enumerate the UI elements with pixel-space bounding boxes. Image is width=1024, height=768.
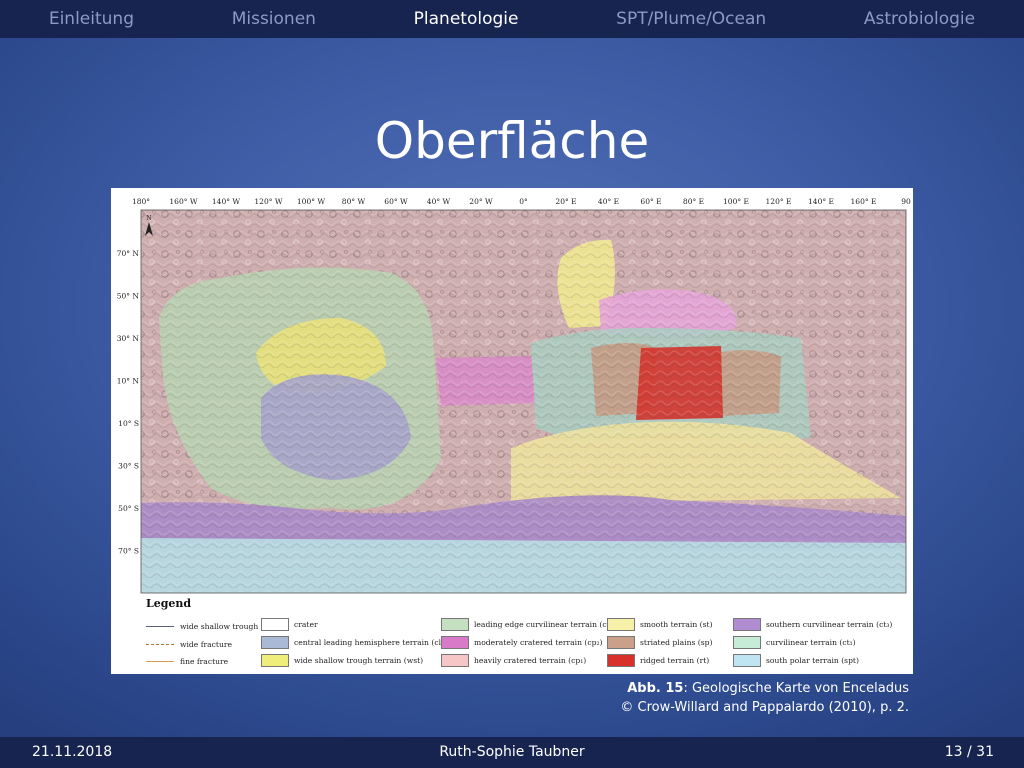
legend-item: curvilinear terrain (ct₁) xyxy=(733,636,856,649)
caption-label: Abb. 15 xyxy=(627,681,684,696)
legend-item: wide shallow trough xyxy=(146,622,258,631)
legend-item: smooth terrain (st) xyxy=(607,618,713,631)
legend-item: ridged terrain (rt) xyxy=(607,654,709,667)
latitude-label: 10° S xyxy=(118,419,139,428)
enceladus-geologic-map: N 180° 160° W 140° W 120° W 100° W 80° W 60° W… xyxy=(111,188,913,594)
longitude-label: 100° E xyxy=(723,197,749,206)
legend-item: fine fracture xyxy=(146,657,228,666)
longitude-label: 100° W xyxy=(297,197,325,206)
slide-title: Oberfläche xyxy=(374,112,650,170)
longitude-label: 160° E xyxy=(851,197,877,206)
footer-page-number: 13 / 31 xyxy=(944,744,994,760)
legend-swatch xyxy=(733,654,761,667)
map-legend: wide shallow trough wide fracture fine f… xyxy=(111,608,913,674)
legend-line xyxy=(146,661,174,662)
legend-item: heavily cratered terrain (cp₁) xyxy=(441,654,586,667)
legend-item: crater xyxy=(261,618,318,631)
legend-swatch xyxy=(441,636,469,649)
legend-swatch xyxy=(607,618,635,631)
geologic-map-figure: N 180° 160° W 140° W 120° W 100° W 80° W 60° W… xyxy=(111,188,913,674)
legend-swatch xyxy=(441,654,469,667)
longitude-label: 40° E xyxy=(598,197,619,206)
longitude-label: 40° W xyxy=(427,197,451,206)
legend-swatch xyxy=(261,618,289,631)
caption-credit: © Crow-Willard and Pappalardo (2010), p.… xyxy=(620,700,909,715)
longitude-label: 80° W xyxy=(342,197,366,206)
legend-swatch xyxy=(733,618,761,631)
top-navigation: Einleitung Missionen Planetologie SPT/Pl… xyxy=(0,0,1024,38)
legend-swatch xyxy=(733,636,761,649)
longitude-label: 90 xyxy=(901,197,911,206)
latitude-label: 10° N xyxy=(117,377,140,386)
svg-text:N: N xyxy=(146,215,151,222)
longitude-label: 140° E xyxy=(808,197,834,206)
latitude-label: 30° N xyxy=(117,334,140,343)
longitude-label: 80° E xyxy=(683,197,704,206)
legend-swatch xyxy=(607,654,635,667)
longitude-label: 180° xyxy=(132,197,150,206)
legend-line xyxy=(146,644,174,645)
latitude-label: 50° S xyxy=(118,504,139,513)
legend-item: central leading hemisphere terrain (clh) xyxy=(261,636,449,649)
figure-caption: Abb. 15: Geologische Karte von Enceladus… xyxy=(620,679,909,717)
latitude-label: 70° S xyxy=(118,547,139,556)
legend-swatch xyxy=(607,636,635,649)
longitude-label: 20° E xyxy=(555,197,576,206)
legend-line xyxy=(146,626,174,627)
legend-item: southern curvilinear terrain (ct₃) xyxy=(733,618,892,631)
nav-item-missionen[interactable]: Missionen xyxy=(232,9,316,29)
nav-item-spt-plume-ocean[interactable]: SPT/Plume/Ocean xyxy=(616,9,766,29)
legend-item: south polar terrain (spt) xyxy=(733,654,859,667)
legend-item: wide shallow trough terrain (wst) xyxy=(261,654,423,667)
nav-item-planetologie[interactable]: Planetologie xyxy=(414,9,519,29)
legend-item: wide fracture xyxy=(146,640,232,649)
legend-swatch xyxy=(261,636,289,649)
nav-item-einleitung[interactable]: Einleitung xyxy=(49,9,134,29)
legend-item: moderately cratered terrain (cp₂) xyxy=(441,636,602,649)
legend-item: striated plains (sp) xyxy=(607,636,713,649)
longitude-label: 60° W xyxy=(384,197,408,206)
longitude-label: 120° E xyxy=(766,197,792,206)
legend-item: leading edge curvilinear terrain (ct₂) xyxy=(441,618,616,631)
longitude-label: 0° xyxy=(519,197,528,206)
caption-text: : Geologische Karte von Enceladus xyxy=(683,681,909,696)
latitude-label: 50° N xyxy=(117,292,140,301)
legend-swatch xyxy=(441,618,469,631)
legend-swatch xyxy=(261,654,289,667)
nav-item-astrobiologie[interactable]: Astrobiologie xyxy=(864,9,975,29)
latitude-label: 70° N xyxy=(117,249,140,258)
footer-bar: 21.11.2018 Ruth-Sophie Taubner 13 / 31 xyxy=(0,737,1024,768)
longitude-label: 160° W xyxy=(169,197,197,206)
footer-author: Ruth-Sophie Taubner xyxy=(439,744,585,760)
latitude-labels: 70° N 50° N 30° N 10° N 10° S 30° S 50° S 70° S xyxy=(117,249,140,556)
longitude-label: 60° E xyxy=(640,197,661,206)
longitude-label: 20° W xyxy=(469,197,493,206)
longitude-label: 120° W xyxy=(254,197,282,206)
latitude-label: 30° S xyxy=(118,462,139,471)
longitude-label: 140° W xyxy=(212,197,240,206)
